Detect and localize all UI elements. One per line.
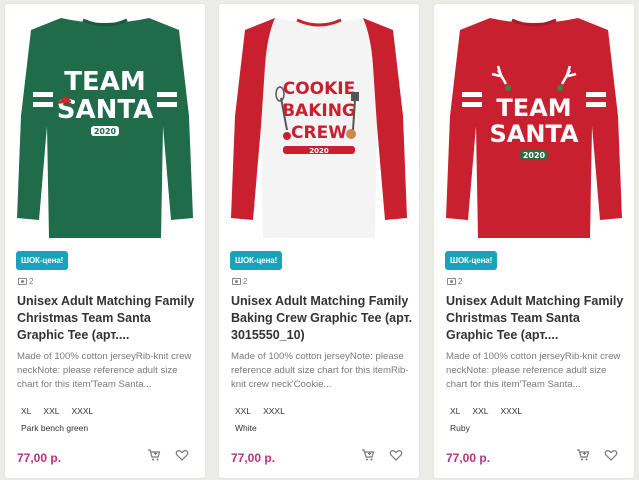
print-year: 2020 [94, 127, 117, 136]
product-description: Made of 100% cotton jerseyRib-knit crew … [17, 351, 192, 390]
add-to-cart-button[interactable] [361, 448, 375, 462]
print-year: 2020 [523, 151, 546, 160]
cart-icon [148, 449, 161, 461]
size-option[interactable]: XXXL [66, 405, 98, 417]
size-options: XXL XXXL [230, 405, 290, 417]
print-line-3: CREW [291, 123, 347, 143]
favorite-button[interactable] [389, 448, 403, 462]
favorite-button[interactable] [604, 448, 618, 462]
print-line-2: SANTA [489, 120, 578, 148]
product-card[interactable]: COOKIE BAKING CREW 2020 ШОК-цена! 2 Unis… [219, 4, 419, 478]
size-option[interactable]: XXL [467, 405, 493, 417]
size-option[interactable]: XL [16, 405, 36, 417]
size-options: XL XXL XXXL [445, 405, 527, 417]
camera-icon [232, 278, 241, 285]
size-option[interactable]: XXL [230, 405, 256, 417]
size-option[interactable]: XL [445, 405, 465, 417]
camera-icon [18, 278, 27, 285]
photo-count-value: 2 [458, 277, 463, 286]
print-line-1: TEAM [496, 94, 571, 122]
product-title[interactable]: Unisex Adult Matching Family Christmas T… [17, 293, 199, 344]
product-title[interactable]: Unisex Adult Matching Family Baking Crew… [231, 293, 413, 344]
print-line-1: TEAM [64, 67, 146, 97]
product-image[interactable]: TEAM SANTA 2020 [11, 6, 199, 242]
product-description: Made of 100% cotton jerseyNote: please r… [231, 351, 409, 390]
photo-count: 2 [232, 277, 247, 286]
size-option[interactable]: XXXL [258, 405, 290, 417]
product-image[interactable]: COOKIE BAKING CREW 2020 [225, 6, 413, 242]
print-line-2: BAKING [282, 101, 356, 121]
color-option[interactable]: Ruby [445, 422, 475, 434]
favorite-button[interactable] [175, 448, 189, 462]
photo-count-value: 2 [29, 277, 34, 286]
size-option[interactable]: XXL [38, 405, 64, 417]
sale-badge: ШОК-цена! [16, 251, 69, 270]
size-options: XL XXL XXXL [16, 405, 98, 417]
product-description: Made of 100% cotton jerseyRib-knit crew … [446, 351, 621, 390]
product-title[interactable]: Unisex Adult Matching Family Christmas T… [446, 293, 628, 344]
price: 77,00 р. [17, 451, 62, 465]
product-grid: TEAM SANTA 2020 ШОК-цена! 2 Unisex Adult… [0, 0, 639, 480]
photo-count-value: 2 [243, 277, 248, 286]
color-option[interactable]: White [230, 422, 262, 434]
cart-icon [577, 449, 590, 461]
heart-icon [604, 449, 618, 461]
sale-badge: ШОК-цена! [445, 251, 498, 270]
product-card[interactable]: TEAM SANTA 2020 ШОК-цена! 2 Unisex Adult… [434, 4, 634, 478]
print-line-1: COOKIE [283, 79, 356, 99]
photo-count: 2 [18, 277, 33, 286]
photo-count: 2 [447, 277, 462, 286]
sale-badge: ШОК-цена! [230, 251, 283, 270]
price: 77,00 р. [231, 451, 276, 465]
print-year: 2020 [309, 147, 329, 155]
cart-icon [362, 449, 375, 461]
heart-icon [175, 449, 189, 461]
add-to-cart-button[interactable] [147, 448, 161, 462]
print-line-2: SANTA [57, 95, 153, 125]
heart-icon [389, 449, 403, 461]
price: 77,00 р. [446, 451, 491, 465]
size-option[interactable]: XXXL [495, 405, 527, 417]
product-card[interactable]: TEAM SANTA 2020 ШОК-цена! 2 Unisex Adult… [5, 4, 205, 478]
product-image[interactable]: TEAM SANTA 2020 [440, 6, 628, 242]
color-option[interactable]: Park bench green [16, 422, 93, 434]
camera-icon [447, 278, 456, 285]
add-to-cart-button[interactable] [576, 448, 590, 462]
